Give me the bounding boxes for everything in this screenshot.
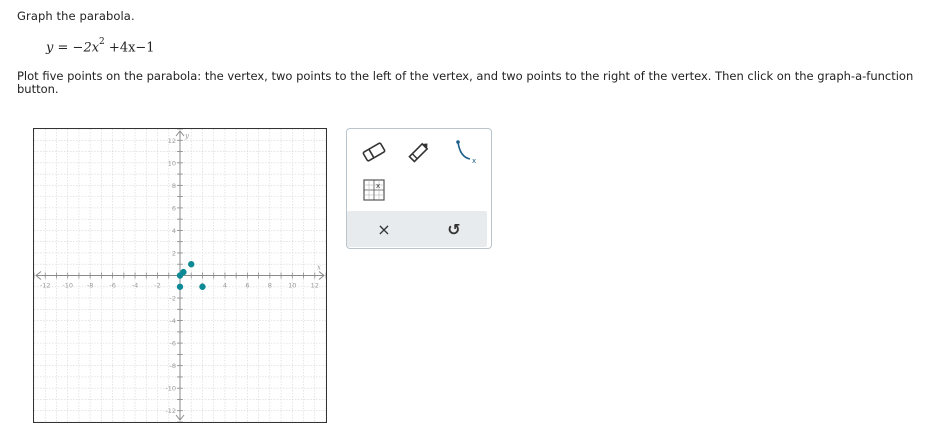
graph-area[interactable]: -12-10-8-6-4-22468101212108642-2-4-6-8-1… — [33, 128, 327, 423]
x-tick-label: -6 — [109, 282, 115, 290]
y-tick-label: -12 — [165, 407, 176, 415]
y-tick-label: 10 — [168, 159, 176, 167]
y-tick-label: 6 — [172, 204, 176, 212]
y-tick-label: 8 — [172, 182, 176, 190]
y-tick-label: -2 — [170, 295, 176, 303]
y-tick-label: 4 — [172, 227, 176, 235]
plotted-point[interactable] — [188, 261, 195, 268]
point-grid-icon[interactable]: x — [359, 175, 389, 205]
question-title: Graph the parabola. — [17, 9, 135, 23]
x-tick-label: -10 — [62, 282, 73, 290]
y-tick-label: -6 — [170, 340, 176, 348]
equation-equals: = — [57, 40, 69, 56]
x-tick-label: 10 — [288, 282, 296, 290]
coordinate-plane[interactable]: -12-10-8-6-4-22468101212108642-2-4-6-8-1… — [34, 129, 326, 422]
x-tick-label: 4 — [223, 282, 227, 290]
plotted-point[interactable] — [180, 268, 187, 276]
y-tick-label: 12 — [168, 137, 176, 145]
instructions: Plot five points on the parabola: the ve… — [17, 70, 917, 96]
equation-exponent: 2 — [99, 37, 105, 47]
x-tick-label: 12 — [311, 282, 319, 290]
graph-a-function-icon[interactable]: x — [451, 137, 481, 167]
x-tick-label: -12 — [40, 282, 51, 290]
y-tick-label: -10 — [165, 385, 176, 393]
x-tick-label: -2 — [154, 282, 160, 290]
svg-text:x: x — [472, 157, 476, 165]
pencil-icon[interactable] — [404, 137, 434, 167]
graph-toolbar: x x × ↺ — [346, 128, 492, 249]
x-axis-label: x — [317, 264, 321, 272]
clear-button[interactable]: × — [369, 214, 399, 244]
x-tick-label: 6 — [245, 282, 249, 290]
y-tick-label: -4 — [170, 317, 176, 325]
plotted-point[interactable] — [199, 283, 206, 290]
undo-button[interactable]: ↺ — [439, 214, 469, 244]
equation-y: y — [46, 40, 54, 56]
instruction-line-1: Plot five points on the parabola: the ve… — [17, 69, 914, 83]
instruction-line-2: button. — [17, 82, 59, 96]
x-tick-label: -4 — [132, 282, 138, 290]
x-tick-label: 8 — [268, 282, 272, 290]
equation: y = −2x2 +4x−1 — [46, 37, 155, 56]
x-tick-label: -8 — [87, 282, 93, 290]
y-tick-label: -8 — [170, 362, 176, 370]
undo-icon: ↺ — [447, 219, 461, 239]
svg-text:x: x — [376, 182, 380, 190]
clear-icon: × — [377, 219, 391, 239]
toolbar-actions: × ↺ — [347, 211, 487, 247]
y-tick-label: 2 — [172, 249, 176, 257]
equation-term-b: +4x−1 — [108, 40, 155, 56]
eraser-icon[interactable] — [359, 137, 389, 167]
plotted-point[interactable] — [176, 283, 184, 290]
y-axis-label: y — [184, 132, 190, 140]
equation-term-a: −2x — [72, 40, 100, 56]
